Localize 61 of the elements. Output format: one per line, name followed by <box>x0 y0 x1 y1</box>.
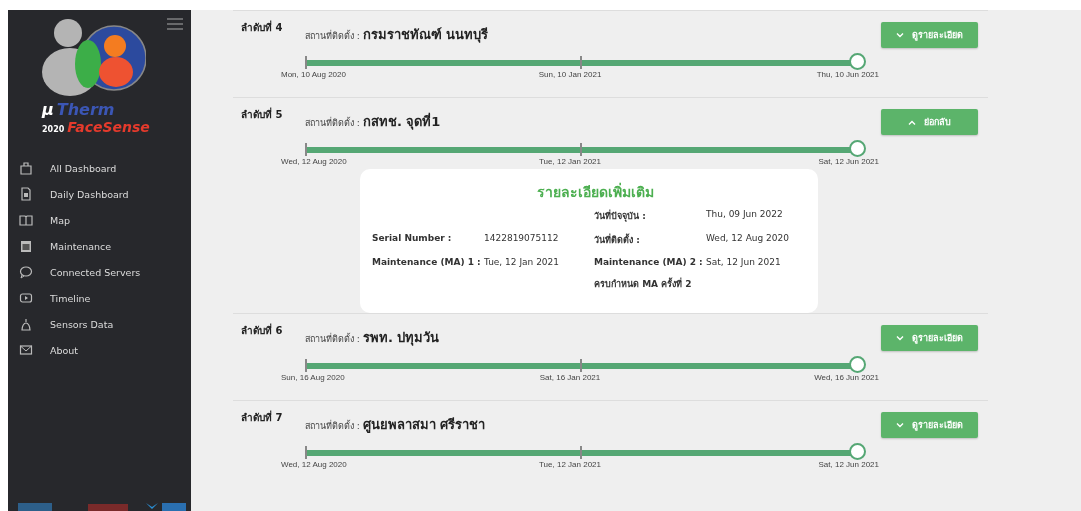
nav-icon <box>19 213 33 227</box>
order-label: ลำดับที่ 6 <box>241 323 283 338</box>
place-label: สถานที่ติดตั้ง : <box>305 419 360 433</box>
order-label: ลำดับที่ 7 <box>241 410 283 425</box>
nav-icon <box>19 239 33 253</box>
place-label: สถานที่ติดตั้ง : <box>305 116 360 130</box>
place-label: สถานที่ติดตั้ง : <box>305 29 360 43</box>
details-title: รายละเอียดเพิ่มเติม <box>535 181 655 202</box>
place-name: ศูนยพลาสมา ศรีราชา <box>362 416 486 435</box>
date-label: Sat, 12 Jun 2021 <box>817 157 880 166</box>
place-label: สถานที่ติดตั้ง : <box>305 332 360 346</box>
date-label: Wed, 16 Jun 2021 <box>813 373 880 382</box>
date-label: Thu, 10 Jun 2021 <box>815 70 880 79</box>
date-label: Tue, 12 Jan 2021 <box>538 157 602 166</box>
nav-icon <box>19 317 33 331</box>
nav-item[interactable]: Connected Servers <box>8 259 191 285</box>
caret-icon <box>896 32 904 38</box>
nav-icon <box>19 265 33 279</box>
order-label: ลำดับที่ 4 <box>241 20 283 35</box>
field-label: Serial Number : <box>372 232 453 245</box>
logo-brand: FaceSense <box>67 119 150 135</box>
field-value: Thu, 09 Jun 2022 <box>706 208 784 221</box>
caret-icon <box>908 119 916 125</box>
field-value: 1422819075112 <box>484 232 560 245</box>
nav-item[interactable]: Maintenance <box>8 233 191 259</box>
date-label: Sat, 16 Jan 2021 <box>538 373 602 382</box>
date-label: Sat, 12 Jun 2021 <box>817 460 880 469</box>
menu-icon[interactable] <box>167 18 183 30</box>
date-label: Wed, 12 Aug 2020 <box>281 157 348 166</box>
order-label: ลำดับที่ 5 <box>241 107 283 122</box>
nav-item[interactable]: Map <box>8 207 191 233</box>
field-label: Maintenance (MA) 2 : <box>594 256 704 267</box>
nav-item[interactable]: Daily Dashboard <box>8 181 191 207</box>
date-label: Sun, 10 Jan 2021 <box>537 70 603 79</box>
place-name: รพท. ปทุมวัน <box>362 329 440 348</box>
place-name: กสทช. จุดที่1 <box>362 111 441 132</box>
date-label: Mon, 10 Aug 2020 <box>281 70 347 79</box>
logo-year: 2020 <box>42 125 65 134</box>
nav-item[interactable]: Sensors Data <box>8 311 191 337</box>
field-label: Maintenance (MA) 1 : <box>372 256 482 267</box>
nav-icon <box>19 187 33 201</box>
date-label: Sun, 16 Aug 2020 <box>281 373 346 382</box>
caret-icon <box>896 422 904 428</box>
field-label: วันที่ติดตั้ง : <box>594 232 641 247</box>
logo-therm: Therm <box>56 100 115 119</box>
date-label: Wed, 12 Aug 2020 <box>281 460 348 469</box>
nav-item[interactable]: All Dashboard <box>8 155 191 181</box>
logo-mu: μ <box>42 100 54 119</box>
field-value: Tue, 12 Jan 2021 <box>484 256 561 267</box>
nav-icon <box>19 343 33 357</box>
nav-icon <box>19 291 33 305</box>
date-label: Tue, 12 Jan 2021 <box>538 460 602 469</box>
status-note: ครบกำหนด MA ครั้งที่ 2 <box>594 276 693 291</box>
place-name: กรมราชทัณฑ์ นนทบุรี <box>362 26 489 45</box>
nav-item[interactable]: Timeline <box>8 285 191 311</box>
nav-item[interactable]: About <box>8 337 191 363</box>
nav-icon <box>19 161 33 175</box>
field-value: Wed, 12 Aug 2020 <box>706 232 790 245</box>
field-label: วันที่ปัจจุบัน : <box>594 208 647 223</box>
caret-icon <box>896 335 904 341</box>
field-value: Sat, 12 Jun 2021 <box>706 256 782 267</box>
